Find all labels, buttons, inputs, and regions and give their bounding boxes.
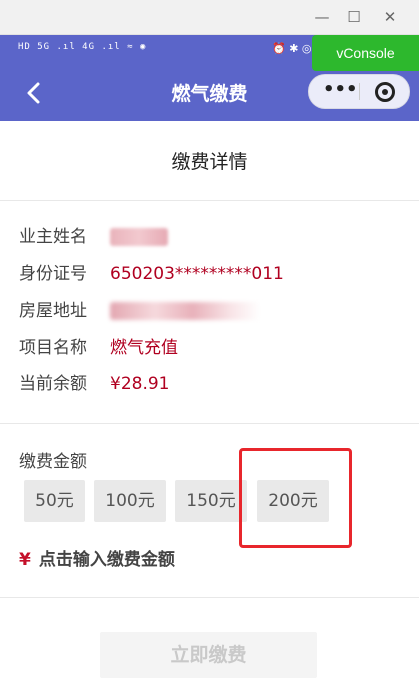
maximize-button[interactable]: ☐ bbox=[342, 6, 366, 28]
vconsole-button[interactable]: vConsole bbox=[312, 35, 419, 71]
amount-option-50[interactable]: 50元 bbox=[24, 480, 85, 522]
more-icon[interactable]: ••• bbox=[323, 79, 358, 100]
divider bbox=[0, 200, 419, 201]
close-target-icon[interactable] bbox=[375, 82, 395, 102]
yen-icon: ¥ bbox=[19, 550, 31, 570]
custom-amount-placeholder: 点击输入缴费金额 bbox=[38, 550, 175, 570]
redaction-blur bbox=[110, 228, 168, 246]
custom-amount-input[interactable]: ¥ 点击输入缴费金额 bbox=[19, 545, 175, 570]
payment-amount-label: 缴费金额 bbox=[19, 452, 87, 472]
detail-label: 当前余额 bbox=[19, 374, 87, 394]
redaction-blur bbox=[110, 302, 260, 320]
amount-option-100[interactable]: 100元 bbox=[94, 480, 166, 522]
status-bar-left: HD 5G .ıl 4G .ıl ≈ ◉ bbox=[18, 42, 147, 52]
detail-label: 业主姓名 bbox=[19, 227, 87, 247]
close-window-button[interactable]: ✕ bbox=[378, 6, 402, 28]
minimize-button[interactable]: — bbox=[310, 6, 334, 28]
address-redacted bbox=[110, 298, 260, 328]
window-titlebar: — ☐ ✕ bbox=[0, 0, 419, 35]
detail-value: 燃气充值 bbox=[110, 338, 178, 358]
owner-name-redacted bbox=[110, 224, 168, 254]
detail-label: 项目名称 bbox=[19, 338, 87, 358]
detail-value: 650203*********011 bbox=[110, 264, 284, 284]
capsule-divider bbox=[359, 83, 360, 100]
balance-value: ¥28.91 bbox=[110, 374, 170, 394]
highlight-annotation-box bbox=[239, 448, 352, 548]
detail-label: 房屋地址 bbox=[19, 301, 87, 321]
divider bbox=[0, 597, 419, 598]
page-title: 缴费详情 bbox=[171, 151, 248, 173]
amount-option-150[interactable]: 150元 bbox=[175, 480, 247, 522]
divider bbox=[0, 423, 419, 424]
status-bar-right: ⏰ ✱ ◎ bbox=[272, 42, 312, 55]
detail-label: 身份证号 bbox=[19, 264, 87, 284]
pay-now-button[interactable]: 立即缴费 bbox=[100, 632, 317, 678]
mini-program-capsule: ••• bbox=[308, 74, 410, 109]
